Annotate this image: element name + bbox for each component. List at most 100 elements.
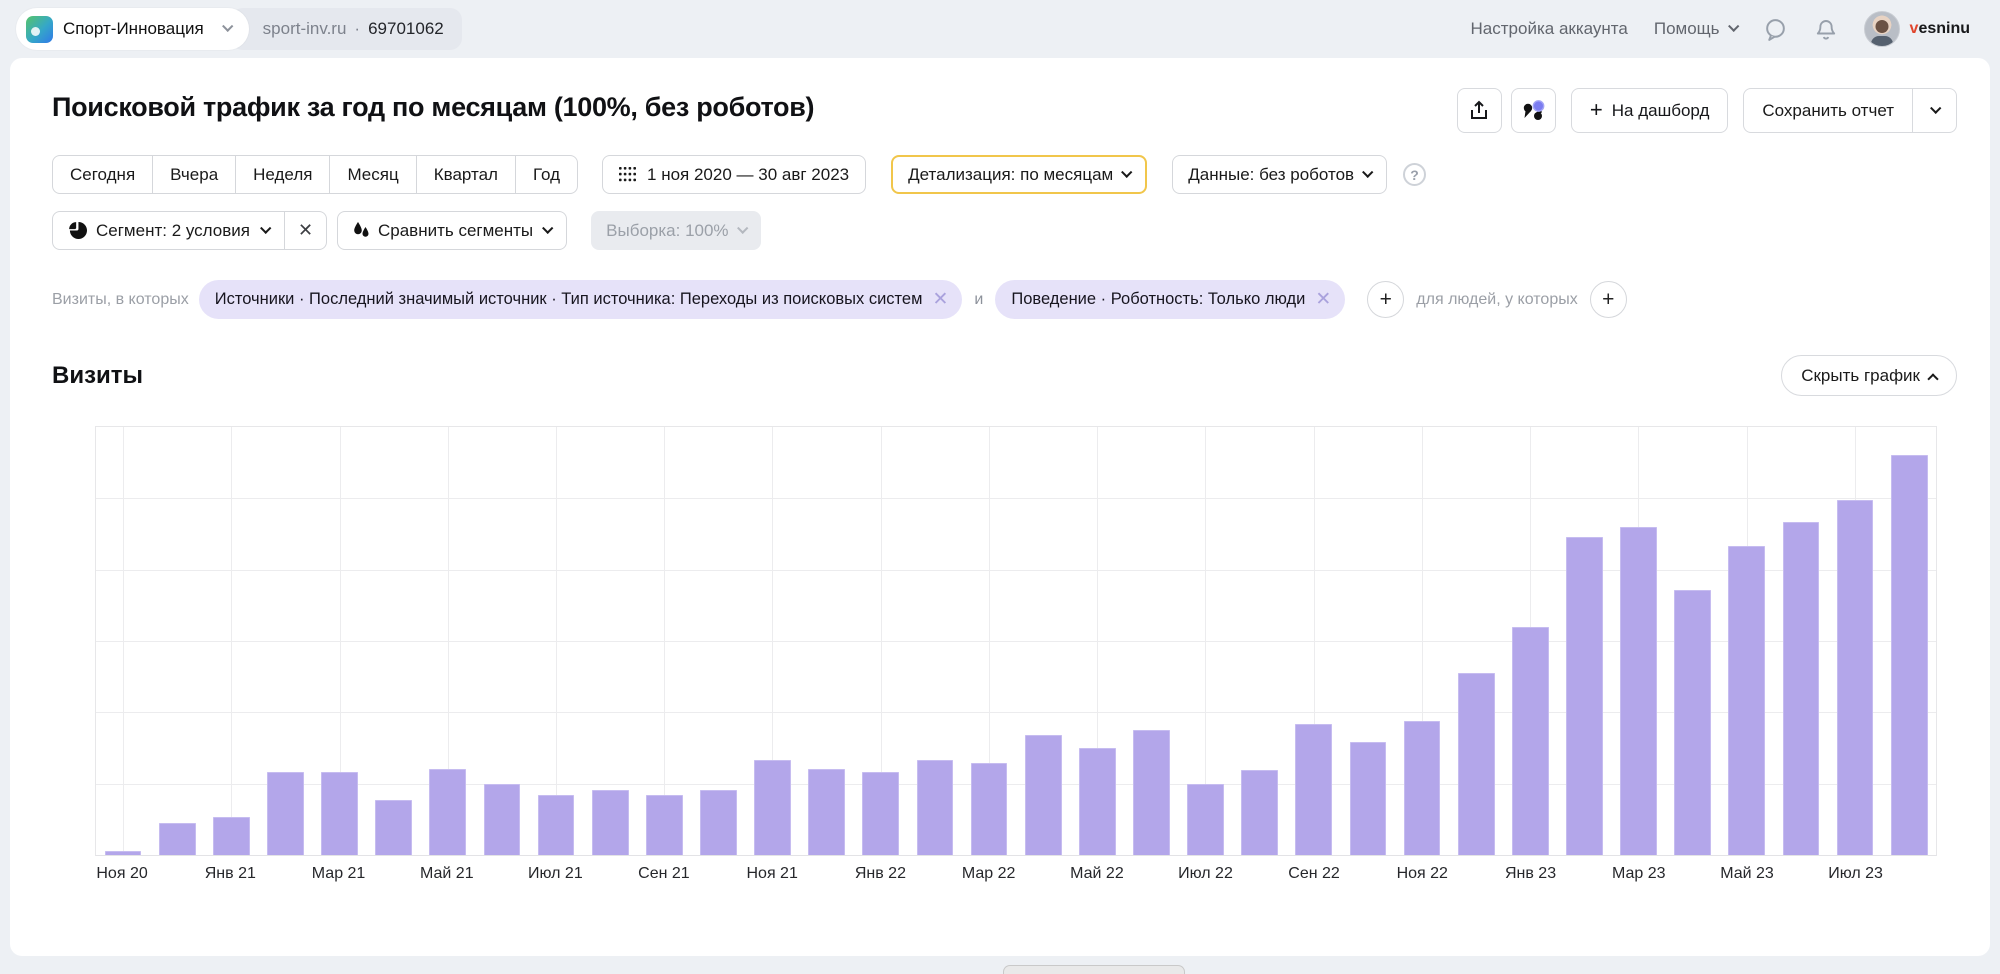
bar-slot bbox=[1124, 427, 1178, 855]
x-label-slot: Май 23 bbox=[1720, 865, 1774, 883]
bar-Янв 23[interactable] bbox=[1512, 627, 1549, 855]
bar-slot bbox=[1233, 427, 1287, 855]
ai-insights-icon bbox=[1520, 98, 1546, 124]
bar-Авг 21[interactable] bbox=[592, 790, 629, 855]
segment-clear-button[interactable]: ✕ bbox=[284, 212, 326, 249]
bar-Ноя 22[interactable] bbox=[1404, 721, 1441, 855]
close-icon[interactable]: ✕ bbox=[1315, 288, 1331, 311]
bar-Окт 21[interactable] bbox=[700, 790, 737, 855]
top-bar: Спорт-Инновация sport-inv.ru · 69701062 … bbox=[0, 0, 2000, 58]
bar-Авг 23[interactable] bbox=[1891, 455, 1928, 855]
x-tick-label: Ноя 22 bbox=[1397, 865, 1448, 883]
bar-Сен 22[interactable] bbox=[1295, 724, 1332, 855]
bar-Июл 23[interactable] bbox=[1837, 500, 1874, 855]
x-label-slot: Мар 23 bbox=[1612, 865, 1666, 883]
x-label-slot: Июл 22 bbox=[1178, 865, 1233, 883]
bar-Дек 20[interactable] bbox=[159, 823, 196, 855]
bar-Апр 21[interactable] bbox=[375, 800, 412, 855]
bar-slot bbox=[1016, 427, 1070, 855]
scroll-peek-element[interactable] bbox=[1003, 965, 1185, 974]
period-quarter[interactable]: Квартал bbox=[417, 156, 516, 193]
x-label-slot bbox=[1883, 865, 1937, 883]
period-month[interactable]: Месяц bbox=[330, 156, 416, 193]
bar-Фев 23[interactable] bbox=[1566, 537, 1603, 855]
close-icon[interactable]: ✕ bbox=[932, 288, 948, 311]
user-menu[interactable]: vesninu bbox=[1864, 11, 1970, 47]
bar-slot bbox=[204, 427, 258, 855]
bar-Мар 23[interactable] bbox=[1620, 527, 1657, 855]
chevron-down-icon bbox=[1930, 102, 1941, 113]
save-report-split-button: Сохранить отчет bbox=[1743, 88, 1957, 133]
period-yesterday[interactable]: Вчера bbox=[153, 156, 236, 193]
save-report-button[interactable]: Сохранить отчет bbox=[1744, 89, 1912, 132]
filter-chip-robots[interactable]: Поведение · Роботность: Только люди ✕ bbox=[995, 280, 1345, 319]
x-label-slot bbox=[691, 865, 745, 883]
x-tick-label: Янв 22 bbox=[855, 865, 906, 883]
bar-Июн 23[interactable] bbox=[1783, 522, 1820, 855]
bar-Июл 21[interactable] bbox=[538, 795, 575, 855]
x-tick-label: Ноя 20 bbox=[96, 865, 147, 883]
add-to-dashboard-button[interactable]: + На дашборд bbox=[1571, 88, 1729, 133]
filter-chip-source[interactable]: Источники · Последний значимый источник … bbox=[199, 280, 963, 319]
bar-Июн 21[interactable] bbox=[484, 784, 521, 855]
chevron-down-icon bbox=[1121, 166, 1132, 177]
bar-slot bbox=[800, 427, 854, 855]
x-label-slot: Май 21 bbox=[420, 865, 474, 883]
bar-Апр 23[interactable] bbox=[1674, 590, 1711, 855]
x-tick-label: Янв 21 bbox=[205, 865, 256, 883]
bar-Май 23[interactable] bbox=[1728, 546, 1765, 855]
bar-Июн 22[interactable] bbox=[1133, 730, 1170, 855]
bar-Окт 22[interactable] bbox=[1350, 742, 1387, 855]
bar-Мар 22[interactable] bbox=[971, 763, 1008, 855]
detalization-select[interactable]: Детализация: по месяцам bbox=[891, 155, 1147, 194]
sampling-select[interactable]: Выборка: 100% bbox=[591, 211, 760, 250]
counter-selector[interactable]: Спорт-Инновация bbox=[16, 8, 249, 50]
compare-segments-button[interactable]: Сравнить сегменты bbox=[337, 211, 567, 250]
bar-Фев 22[interactable] bbox=[917, 760, 954, 855]
help-menu[interactable]: Помощь bbox=[1654, 19, 1737, 39]
bar-slot bbox=[908, 427, 962, 855]
segment-select[interactable]: Сегмент: 2 условия bbox=[53, 212, 284, 249]
bar-Ноя 20[interactable] bbox=[105, 851, 142, 855]
segment-control: Сегмент: 2 условия ✕ bbox=[52, 211, 327, 250]
export-button[interactable] bbox=[1457, 88, 1502, 133]
bar-Июл 22[interactable] bbox=[1187, 784, 1224, 855]
bell-icon[interactable] bbox=[1814, 17, 1838, 42]
visits-bar-chart: Ноя 20Янв 21Мар 21Май 21Июл 21Сен 21Ноя … bbox=[95, 426, 1937, 883]
chat-bubble-icon[interactable] bbox=[1763, 17, 1788, 42]
hide-chart-button[interactable]: Скрыть график bbox=[1781, 355, 1957, 396]
add-visit-condition-button[interactable]: + bbox=[1367, 281, 1404, 318]
bar-Апр 22[interactable] bbox=[1025, 735, 1062, 855]
add-user-condition-button[interactable]: + bbox=[1590, 281, 1627, 318]
x-label-slot: Ноя 21 bbox=[745, 865, 799, 883]
bar-Май 22[interactable] bbox=[1079, 748, 1116, 855]
bar-Дек 22[interactable] bbox=[1458, 673, 1495, 855]
data-mode-select[interactable]: Данные: без роботов bbox=[1172, 155, 1387, 194]
ai-insights-button[interactable] bbox=[1511, 88, 1556, 133]
save-report-menu-button[interactable] bbox=[1912, 89, 1956, 132]
plus-icon: + bbox=[1590, 97, 1603, 123]
x-tick-label: Янв 23 bbox=[1505, 865, 1556, 883]
question-icon[interactable]: ? bbox=[1403, 163, 1426, 186]
bar-Сен 21[interactable] bbox=[646, 795, 683, 855]
bar-Ноя 21[interactable] bbox=[754, 760, 791, 855]
bar-Мар 21[interactable] bbox=[321, 772, 358, 855]
period-today[interactable]: Сегодня bbox=[53, 156, 153, 193]
bar-slot bbox=[1720, 427, 1774, 855]
x-label-slot: Мар 22 bbox=[962, 865, 1016, 883]
date-range-button[interactable]: 1 ноя 2020 — 30 авг 2023 bbox=[602, 155, 866, 194]
add-to-dashboard-label: На дашборд bbox=[1612, 101, 1710, 121]
bar-Янв 21[interactable] bbox=[213, 817, 250, 855]
x-label-slot bbox=[1449, 865, 1503, 883]
x-label-slot: Янв 23 bbox=[1503, 865, 1557, 883]
period-year[interactable]: Год bbox=[516, 156, 577, 193]
filter-chip-robots-label: Поведение · Роботность: Только люди bbox=[1011, 290, 1305, 309]
bar-Май 21[interactable] bbox=[429, 769, 466, 855]
period-segmented-control: Сегодня Вчера Неделя Месяц Квартал Год bbox=[52, 155, 578, 194]
bar-Авг 22[interactable] bbox=[1241, 770, 1278, 855]
bar-Фев 21[interactable] bbox=[267, 772, 304, 855]
bar-Янв 22[interactable] bbox=[862, 772, 899, 855]
bar-Дек 21[interactable] bbox=[808, 769, 845, 855]
period-week[interactable]: Неделя bbox=[236, 156, 330, 193]
account-settings-link[interactable]: Настройка аккаунта bbox=[1471, 19, 1628, 39]
